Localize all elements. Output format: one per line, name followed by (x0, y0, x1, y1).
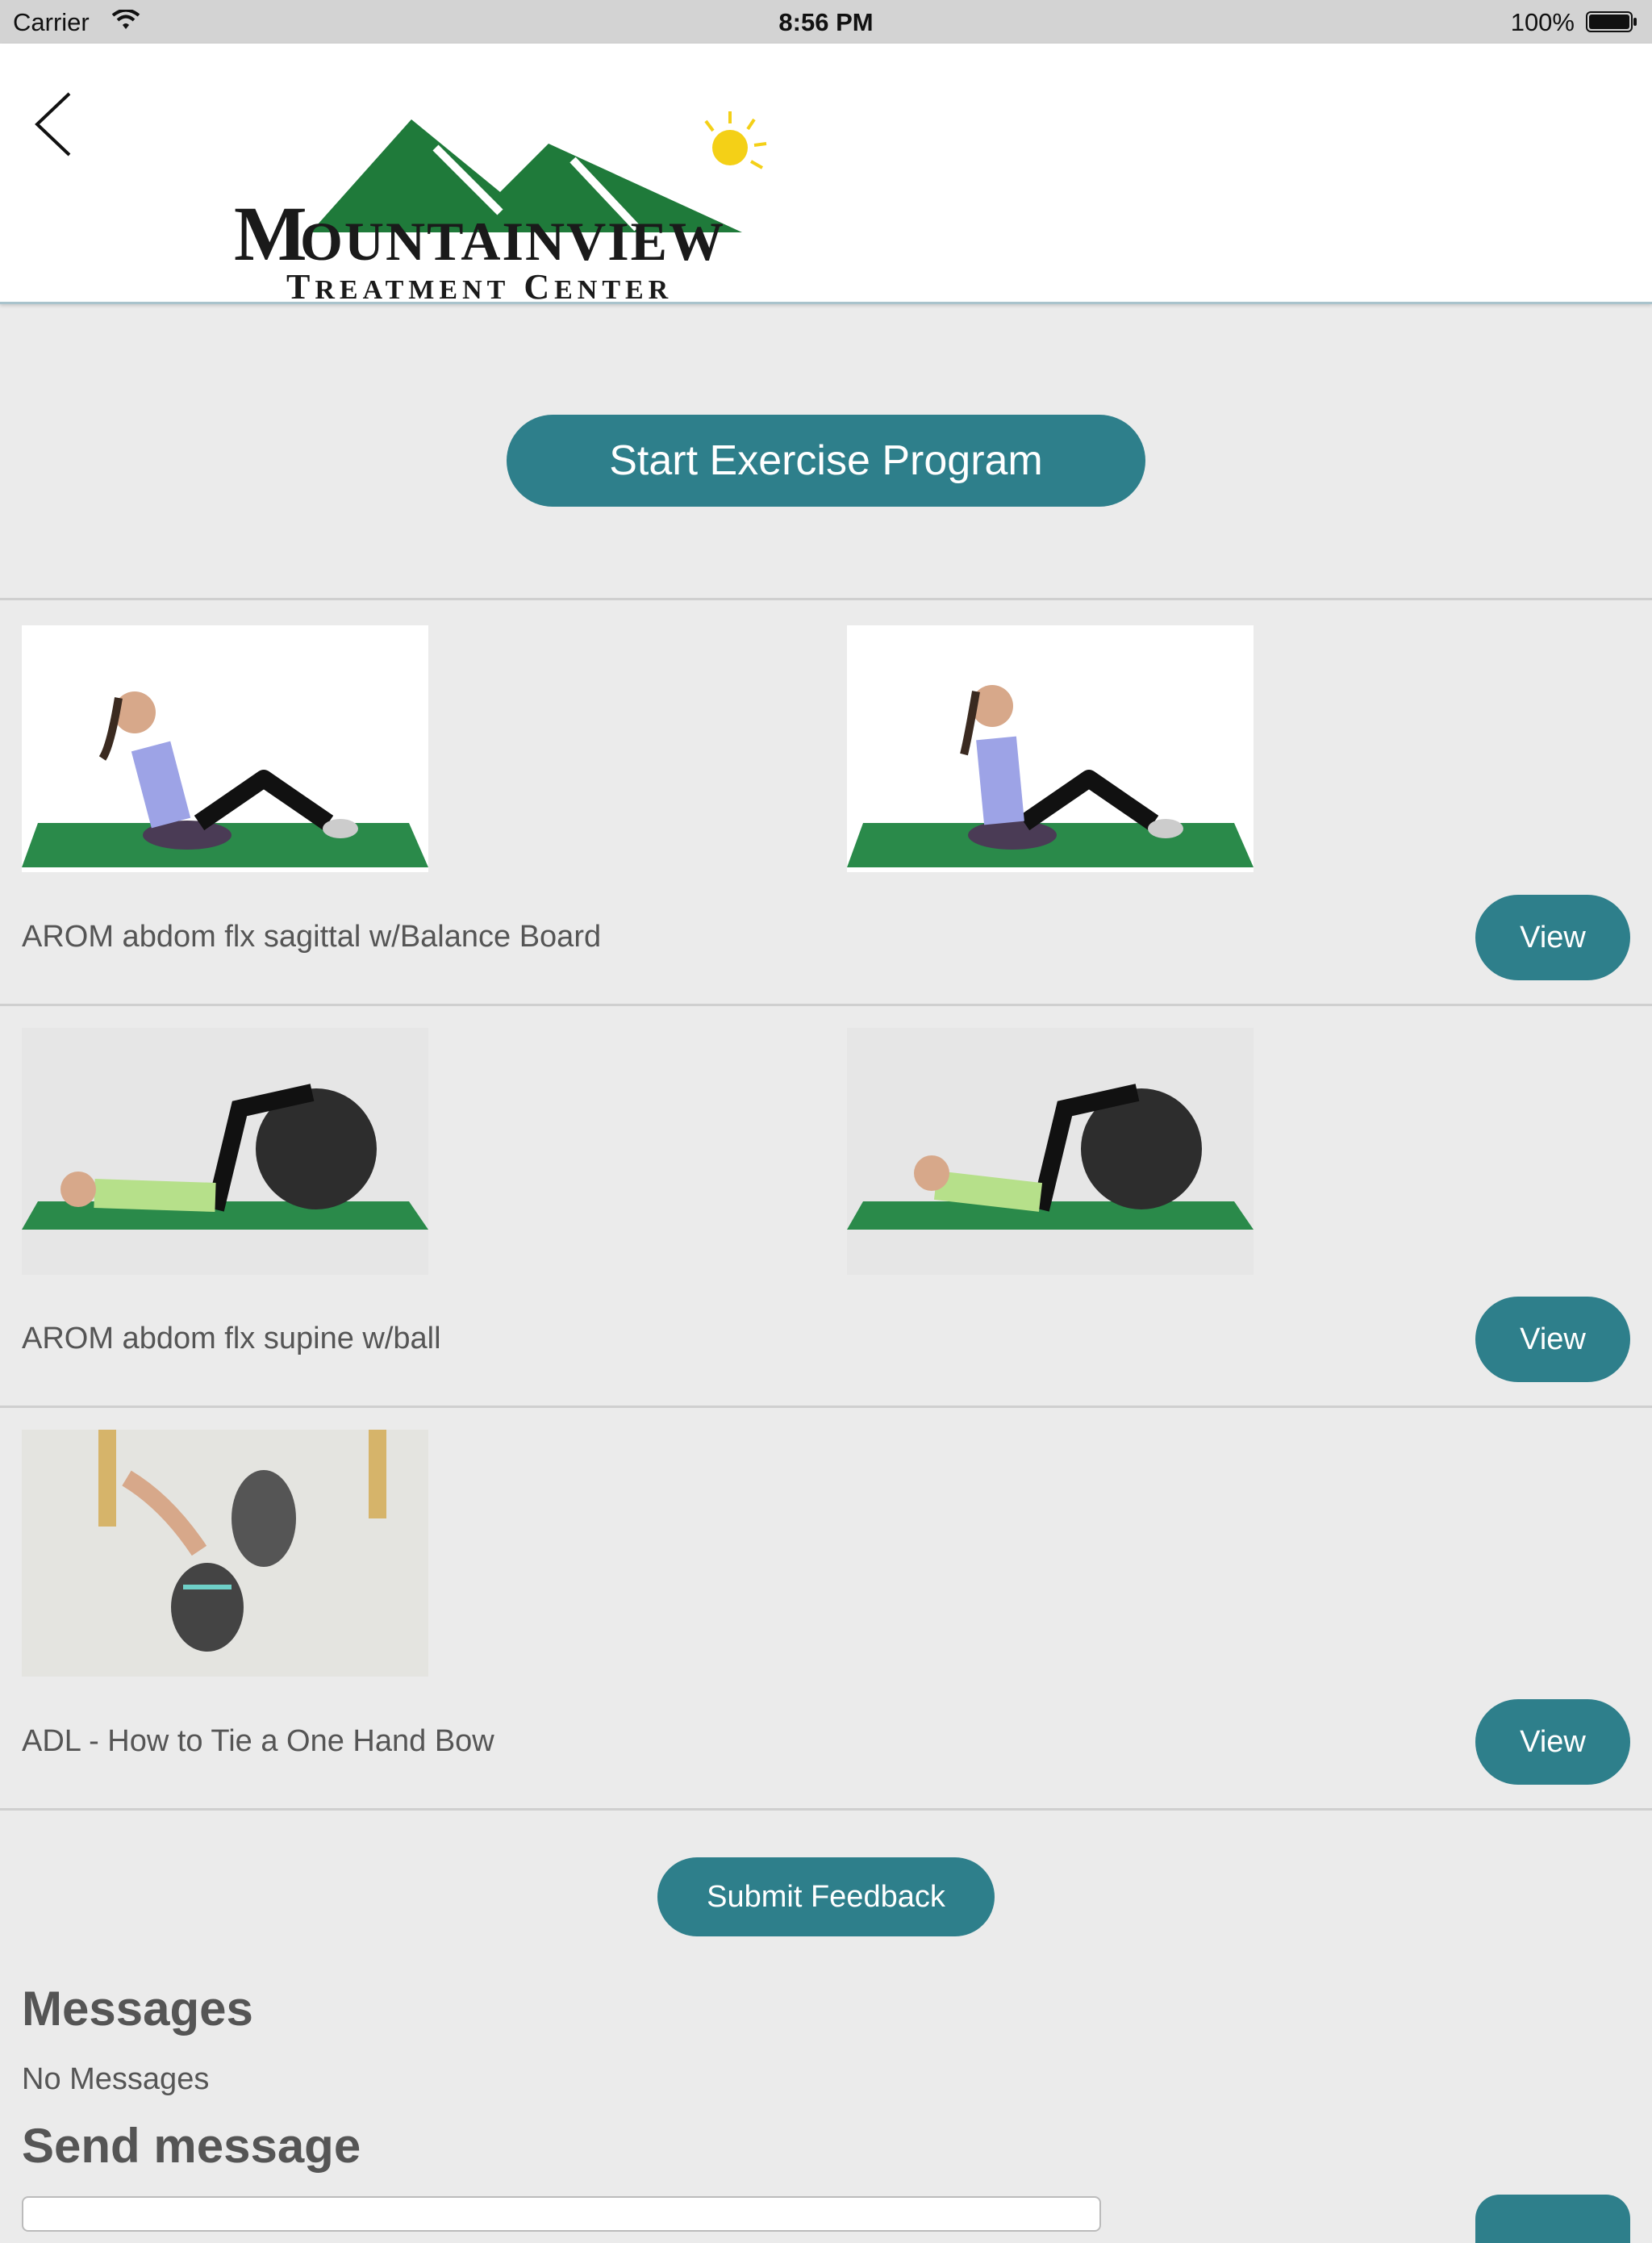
exercise-thumbnail[interactable] (22, 1430, 428, 1677)
submit-feedback-button[interactable]: Submit Feedback (657, 1857, 995, 1936)
svg-text:TREATMENT CENTER: TREATMENT CENTER (286, 267, 673, 305)
battery-icon (1586, 11, 1637, 32)
exercise-thumbnail-start[interactable] (22, 1028, 428, 1275)
divider (0, 1004, 1652, 1006)
view-exercise-button[interactable]: View (1475, 1699, 1630, 1785)
battery-percent: 100% (1510, 8, 1575, 36)
sun-icon (704, 111, 767, 169)
app-header: M OUNTAINVIEW TREATMENT CENTER (0, 44, 1652, 305)
send-message-button[interactable] (1475, 2195, 1630, 2243)
divider (0, 1808, 1652, 1811)
divider (0, 1406, 1652, 1408)
exercise-name: ADL - How to Tie a One Hand Bow (22, 1724, 494, 1758)
exercise-thumbnail-end[interactable] (847, 625, 1254, 872)
start-exercise-program-button[interactable]: Start Exercise Program (507, 415, 1145, 507)
messages-heading: Messages (22, 1982, 253, 2036)
svg-text:OUNTAINVIEW: OUNTAINVIEW (300, 211, 725, 272)
exercise-name: AROM abdom flx supine w/ball (22, 1322, 441, 1355)
status-bar: Carrier 8:56 PM 100% (0, 0, 1652, 44)
divider (0, 598, 1652, 600)
exercise-name: AROM abdom flx sagittal w/Balance Board (22, 920, 602, 954)
no-messages-text: No Messages (22, 2062, 210, 2096)
back-chevron-icon[interactable] (29, 86, 77, 163)
view-exercise-button[interactable]: View (1475, 1297, 1630, 1382)
send-message-heading: Send message (22, 2119, 361, 2173)
mountainview-logo: M OUNTAINVIEW TREATMENT CENTER (234, 111, 767, 305)
svg-text:M: M (234, 190, 307, 277)
exercise-thumbnail-end[interactable] (847, 1028, 1254, 1275)
message-input[interactable] (22, 2196, 1101, 2232)
exercise-thumbnail-start[interactable] (22, 625, 428, 872)
status-time: 8:56 PM (778, 8, 874, 36)
view-exercise-button[interactable]: View (1475, 895, 1630, 980)
